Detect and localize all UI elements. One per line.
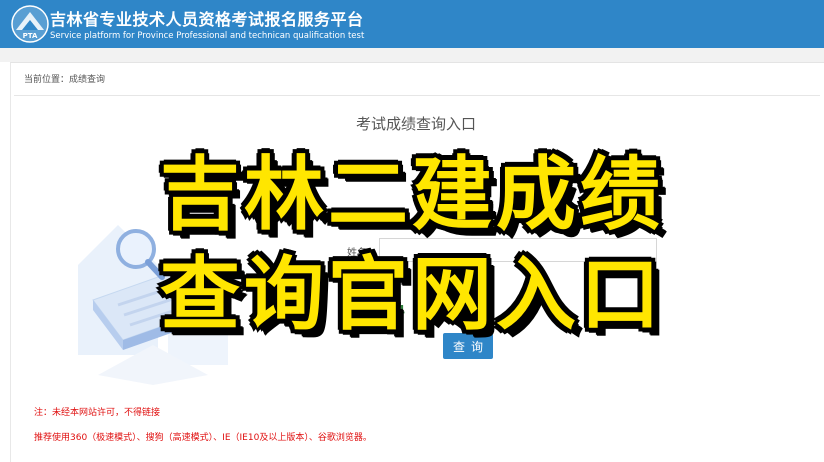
breadcrumb: 当前位置：成绩查询 (24, 75, 106, 85)
overlay-caption-line-1: 吉林二建成绩 (160, 148, 664, 241)
header-spacer (0, 48, 824, 62)
site-subtitle: Service platform for Province Profession… (50, 31, 365, 41)
form-title: 考试成绩查询入口 (356, 115, 477, 133)
notice-browser-recommendation: 推荐使用360（极速模式）、搜狗（高速模式）、IE（IE10及以上版本）、谷歌浏… (34, 433, 372, 443)
overlay-caption-line-2: 查询官网入口 (160, 248, 664, 341)
divider (14, 95, 820, 96)
site-header: PTA 吉林省专业技术人员资格考试报名服务平台 Service platform… (0, 0, 824, 48)
notice-link-warning: 注：未经本网站许可，不得链接 (34, 408, 161, 418)
logo-text: PTA (23, 32, 38, 40)
site-title: 吉林省专业技术人员资格考试报名服务平台 (50, 10, 364, 29)
logo-icon: PTA (11, 5, 49, 43)
